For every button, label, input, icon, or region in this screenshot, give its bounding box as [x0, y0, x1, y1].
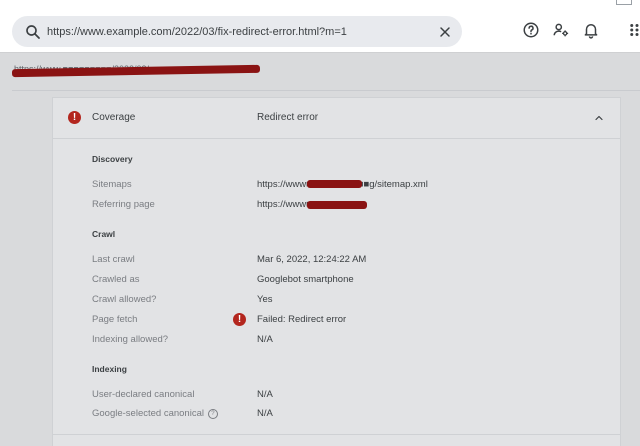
window-corner-mark	[616, 0, 632, 5]
bell-icon[interactable]	[582, 21, 600, 39]
user-canonical-value: N/A	[257, 389, 273, 400]
section-title-crawl: Crawl	[92, 229, 116, 239]
page-fetch-label: Page fetch	[92, 314, 138, 325]
coverage-status: Redirect error	[257, 112, 319, 123]
section-title-indexing: Indexing	[92, 364, 127, 374]
apps-grid-icon[interactable]	[628, 21, 640, 39]
sitemaps-label: Sitemaps	[92, 179, 132, 190]
help-icon[interactable]: ?	[207, 409, 218, 419]
crawled-as-label: Crawled as	[92, 274, 140, 285]
indexing-allowed-value: N/A	[257, 334, 273, 345]
help-icon[interactable]	[522, 21, 540, 39]
crawl-allowed-label: Crawl allowed?	[92, 294, 157, 305]
chevron-up-icon[interactable]	[593, 112, 605, 124]
crawl-allowed-value: Yes	[257, 294, 273, 305]
breadcrumb: https://www.■■■■■■■■■/2022/03/■■■■■■■■■■	[11, 64, 262, 78]
indexing-allowed-label: Indexing allowed?	[92, 334, 169, 345]
google-canonical-label: Google-selected canonical	[92, 408, 204, 419]
google-canonical-label-row: Google-selected canonical?	[92, 408, 218, 419]
redaction-mark	[307, 201, 367, 209]
search-icon	[26, 25, 40, 39]
coverage-header[interactable]: ! Coverage Redirect error	[53, 98, 620, 139]
user-canonical-label: User-declared canonical	[92, 389, 195, 400]
close-icon[interactable]	[437, 24, 453, 40]
error-icon: !	[68, 111, 81, 124]
last-crawl-value: Mar 6, 2022, 12:24:22 AM	[257, 254, 367, 265]
google-canonical-value: N/A	[257, 408, 273, 419]
error-icon: !	[233, 313, 246, 326]
top-bar	[0, 0, 640, 53]
page-fetch-value: Failed: Redirect error	[257, 314, 347, 325]
url-inspection-search-box[interactable]	[12, 16, 462, 47]
divider	[12, 90, 640, 91]
redaction-mark	[307, 180, 362, 188]
section-title-discovery: Discovery	[92, 154, 133, 164]
last-crawl-label: Last crawl	[92, 254, 135, 265]
crawled-as-value: Googlebot smartphone	[257, 274, 354, 285]
divider	[53, 434, 620, 435]
coverage-panel: ! Coverage Redirect error Discovery Site…	[52, 97, 621, 446]
account-settings-icon[interactable]	[552, 21, 570, 39]
coverage-label: Coverage	[92, 112, 136, 123]
url-input[interactable]	[47, 22, 427, 42]
referring-page-label: Referring page	[92, 199, 155, 210]
